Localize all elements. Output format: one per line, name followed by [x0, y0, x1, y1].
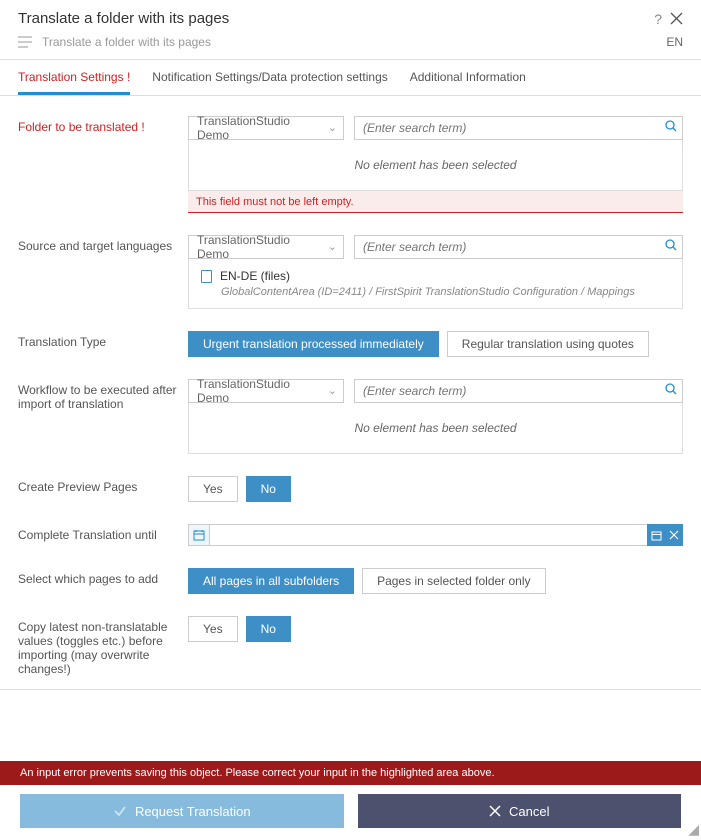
- dialog-title: Translate a folder with its pages: [18, 10, 229, 27]
- label-complete-until: Complete Translation until: [18, 524, 188, 542]
- label-languages: Source and target languages: [18, 235, 188, 253]
- language-indicator[interactable]: EN: [666, 35, 683, 49]
- folder-search-input[interactable]: [354, 116, 683, 140]
- tab-translation-settings[interactable]: Translation Settings !: [18, 60, 130, 95]
- label-translation-type: Translation Type: [18, 331, 188, 349]
- preview-yes-button[interactable]: Yes: [188, 476, 238, 502]
- search-icon[interactable]: [665, 383, 677, 395]
- cancel-label: Cancel: [509, 804, 549, 819]
- help-icon[interactable]: ?: [654, 11, 662, 27]
- list-icon: [18, 36, 32, 48]
- chevron-down-icon: ⌄: [328, 384, 337, 397]
- workflow-empty-message: No element has been selected: [188, 403, 683, 454]
- workflow-select-value: TranslationStudio Demo: [197, 377, 321, 405]
- pages-selected-button[interactable]: Pages in selected folder only: [362, 568, 545, 594]
- tab-notification-settings[interactable]: Notification Settings/Data protection se…: [152, 60, 387, 95]
- label-copy-latest: Copy latest non-translatable values (tog…: [18, 616, 188, 676]
- complete-date-input[interactable]: [210, 524, 647, 546]
- label-preview: Create Preview Pages: [18, 476, 188, 494]
- copy-yes-button[interactable]: Yes: [188, 616, 238, 642]
- copy-no-button[interactable]: No: [246, 616, 291, 642]
- language-mapping-item[interactable]: EN-DE (files) GlobalContentArea (ID=2411…: [188, 259, 683, 309]
- languages-search-input[interactable]: [354, 235, 683, 259]
- preview-no-button[interactable]: No: [246, 476, 291, 502]
- date-picker-open-icon[interactable]: [647, 524, 665, 546]
- search-icon[interactable]: [665, 120, 677, 132]
- folder-empty-message: No element has been selected: [188, 140, 683, 191]
- language-mapping-name: EN-DE (files): [220, 269, 290, 283]
- label-workflow: Workflow to be executed after import of …: [18, 379, 188, 411]
- request-translation-button[interactable]: Request Translation: [20, 794, 344, 828]
- request-translation-label: Request Translation: [135, 804, 251, 819]
- document-icon: [201, 270, 212, 283]
- language-mapping-path: GlobalContentArea (ID=2411) / FirstSpiri…: [201, 286, 670, 298]
- chevron-down-icon: ⌄: [328, 121, 337, 134]
- workflow-search-input[interactable]: [354, 379, 683, 403]
- date-clear-icon[interactable]: [665, 524, 683, 546]
- languages-select[interactable]: TranslationStudio Demo ⌄: [188, 235, 344, 259]
- tab-additional-info[interactable]: Additional Information: [410, 60, 526, 95]
- languages-select-value: TranslationStudio Demo: [197, 233, 321, 261]
- check-icon: [113, 804, 127, 818]
- close-icon: [489, 805, 501, 817]
- folder-error-message: This field must not be left empty.: [188, 191, 683, 213]
- calendar-icon[interactable]: [188, 524, 210, 546]
- tab-bar: Translation Settings ! Notification Sett…: [0, 60, 701, 95]
- type-urgent-button[interactable]: Urgent translation processed immediately: [188, 331, 439, 357]
- cancel-button[interactable]: Cancel: [358, 794, 682, 828]
- chevron-down-icon: ⌄: [328, 240, 337, 253]
- search-icon[interactable]: [665, 239, 677, 251]
- folder-select-value: TranslationStudio Demo: [197, 114, 321, 142]
- workflow-select[interactable]: TranslationStudio Demo ⌄: [188, 379, 344, 403]
- folder-select[interactable]: TranslationStudio Demo ⌄: [188, 116, 344, 140]
- label-folder: Folder to be translated !: [18, 116, 188, 134]
- close-icon[interactable]: [670, 12, 683, 25]
- label-pages-add: Select which pages to add: [18, 568, 188, 586]
- pages-all-button[interactable]: All pages in all subfolders: [188, 568, 354, 594]
- type-regular-button[interactable]: Regular translation using quotes: [447, 331, 649, 357]
- dialog-subtitle: Translate a folder with its pages: [42, 35, 211, 49]
